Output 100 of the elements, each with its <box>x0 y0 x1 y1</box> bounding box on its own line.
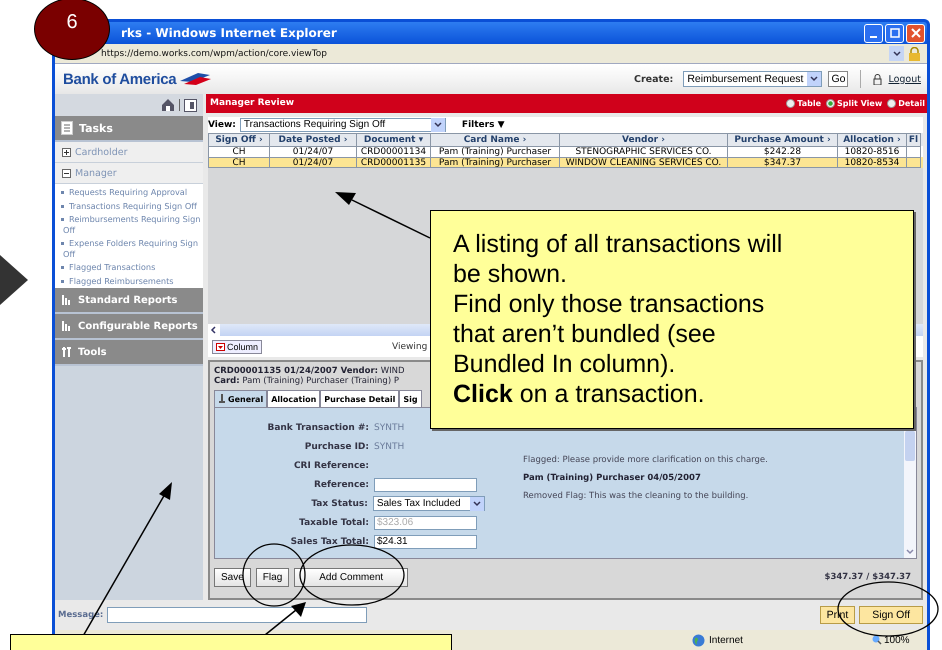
table-row[interactable]: CH 01/24/07 CRD00001134 Pam (Training) Purchaser STENOGRAPHIC SERVICES CO. $242.28 10820-8516 <box>208 146 923 157</box>
expand-icon <box>62 148 71 156</box>
horizontal-scrollbar[interactable] <box>208 324 432 336</box>
view-radio[interactable]: Detail <box>887 98 925 108</box>
minimize-button[interactable] <box>864 24 883 42</box>
message-field[interactable] <box>107 607 368 623</box>
field-label: Taxable Total: <box>298 518 370 528</box>
section-label: Configurable Reports <box>78 320 198 332</box>
group-label: Cardholder <box>75 146 128 158</box>
callout-text: Click on a transaction. <box>453 379 706 409</box>
bar-chart-icon <box>61 294 72 306</box>
column-header[interactable]: Sign Off › <box>208 132 270 146</box>
tab[interactable]: General <box>214 390 268 408</box>
table-cell: CRD00001135 <box>357 156 431 168</box>
list-icon <box>61 121 73 135</box>
column-button[interactable]: Column <box>212 340 262 354</box>
close-icon <box>910 28 920 38</box>
tax-status-dropdown[interactable]: Sales Tax Included <box>372 496 485 512</box>
caret-icon <box>216 342 225 350</box>
tab[interactable]: Sig <box>399 390 422 408</box>
bar-chart-icon <box>61 320 72 332</box>
view-radio[interactable]: Table <box>786 98 822 108</box>
action-button[interactable]: Flag <box>256 568 290 587</box>
column-header[interactable]: Document ▾ <box>357 132 431 146</box>
input-field[interactable] <box>374 478 477 492</box>
comment-text: Removed Flag: This was the cleaning to the building. <box>523 491 750 504</box>
section-label: Tools <box>78 346 107 358</box>
view-dropdown[interactable]: Transactions Requiring Sign Off <box>240 118 446 132</box>
minimize-icon <box>870 36 877 38</box>
tab[interactable]: Allocation <box>267 390 320 408</box>
address-field[interactable]: https://demo.works.com/wpm/action/core.viewTop <box>101 48 327 58</box>
security-zone: Internet <box>709 634 743 646</box>
maximize-button[interactable] <box>885 24 904 42</box>
group-label: Manager <box>75 168 117 178</box>
pointer-arrow <box>264 602 306 636</box>
table-cell: CH <box>208 156 270 168</box>
page-title: Manager Review <box>210 98 294 108</box>
sidebar-link[interactable]: Transactions Requiring Sign Off <box>63 200 203 211</box>
collapse-panel-icon[interactable] <box>184 98 197 112</box>
table-row[interactable]: CH 01/24/07 CRD00001135 Pam (Training) Purchaser WINDOW CLEANING SERVICES CO. $347.37 10820-8534 <box>208 156 923 168</box>
zoom-icon <box>872 635 882 645</box>
zoom-level[interactable]: 100% <box>884 634 910 646</box>
create-label: Create: <box>634 74 674 84</box>
table-cell: $347.37 <box>728 156 838 168</box>
table-cell: 10820-8516 <box>838 146 907 157</box>
field-label: Purchase ID: <box>304 442 370 452</box>
home-icon[interactable] <box>161 98 175 112</box>
bullet-icon <box>61 191 64 194</box>
tab[interactable]: Purchase Detail <box>320 390 400 408</box>
logout-link[interactable]: Logout <box>888 74 921 84</box>
table-cell: 01/24/07 <box>270 156 357 168</box>
column-header[interactable]: Fl <box>907 132 921 146</box>
go-button[interactable]: Go <box>828 71 848 87</box>
callout-text: Bundled In column). <box>453 349 676 379</box>
input-field[interactable]: $24.31 <box>374 534 477 549</box>
column-header[interactable]: Card Name › <box>431 132 560 146</box>
view-radio[interactable]: Split View <box>826 98 882 108</box>
column-header[interactable]: Allocation › <box>838 132 907 146</box>
table-cell: WINDOW CLEANING SERVICES CO. <box>560 156 728 168</box>
window-title: rks - Windows Internet Explorer <box>121 26 337 40</box>
bullet-icon <box>61 204 64 208</box>
dropdown-button[interactable] <box>889 46 904 61</box>
bullet-icon <box>61 218 64 221</box>
scrollbar-thumb[interactable] <box>905 431 915 462</box>
column-header[interactable]: Vendor › <box>560 132 728 146</box>
section-label: Standard Reports <box>78 294 178 306</box>
total-amount: $347.37 / $347.37 <box>824 572 911 582</box>
table-cell: Pam (Training) Purchaser <box>431 146 560 157</box>
lock-icon <box>908 46 921 60</box>
scroll-down-icon <box>906 549 914 556</box>
sidebar-link[interactable]: Requests Requiring Approval <box>63 187 203 198</box>
field-label: Tax Status: <box>310 498 369 509</box>
column-header[interactable]: Date Posted › <box>270 132 357 146</box>
table-cell: $242.28 <box>728 146 838 157</box>
filters-menu[interactable]: Filters ▼ <box>462 120 504 130</box>
bullet-icon <box>61 266 64 269</box>
callout-text: A listing of all transactions will <box>453 229 784 259</box>
maximize-icon <box>890 28 900 38</box>
field-value: SYNTH <box>374 442 404 452</box>
action-button[interactable]: Sign Off <box>859 606 923 624</box>
arrow-shape <box>0 255 28 305</box>
sidebar-link[interactable]: Reimbursements Requiring Sign Off <box>63 214 203 235</box>
close-button[interactable] <box>906 24 925 42</box>
comment-text: Pam (Training) Purchaser 04/05/2007 <box>523 473 702 486</box>
column-header[interactable]: Purchase Amount › <box>728 132 838 146</box>
caret-icon <box>473 500 481 507</box>
sidebar-link[interactable]: Expense Folders Requiring Sign Off <box>63 238 203 259</box>
bank-logo-text: Bank of America <box>63 70 176 88</box>
table-cell: CH <box>208 146 270 157</box>
caret-icon <box>434 122 442 128</box>
flag-logo-icon <box>178 72 212 86</box>
sidebar-link[interactable]: Flagged Reimbursements <box>63 276 203 286</box>
action-button[interactable]: Add Comment <box>294 568 408 587</box>
pin-icon <box>218 394 226 404</box>
tasks-title: Tasks <box>79 122 113 134</box>
viewing-text: Viewing <box>392 342 428 352</box>
sidebar-link[interactable]: Flagged Transactions <box>63 262 203 272</box>
caret-icon <box>892 50 900 56</box>
vertical-scrollbar[interactable] <box>904 431 916 558</box>
create-dropdown[interactable]: Reimbursement Request <box>683 71 822 87</box>
